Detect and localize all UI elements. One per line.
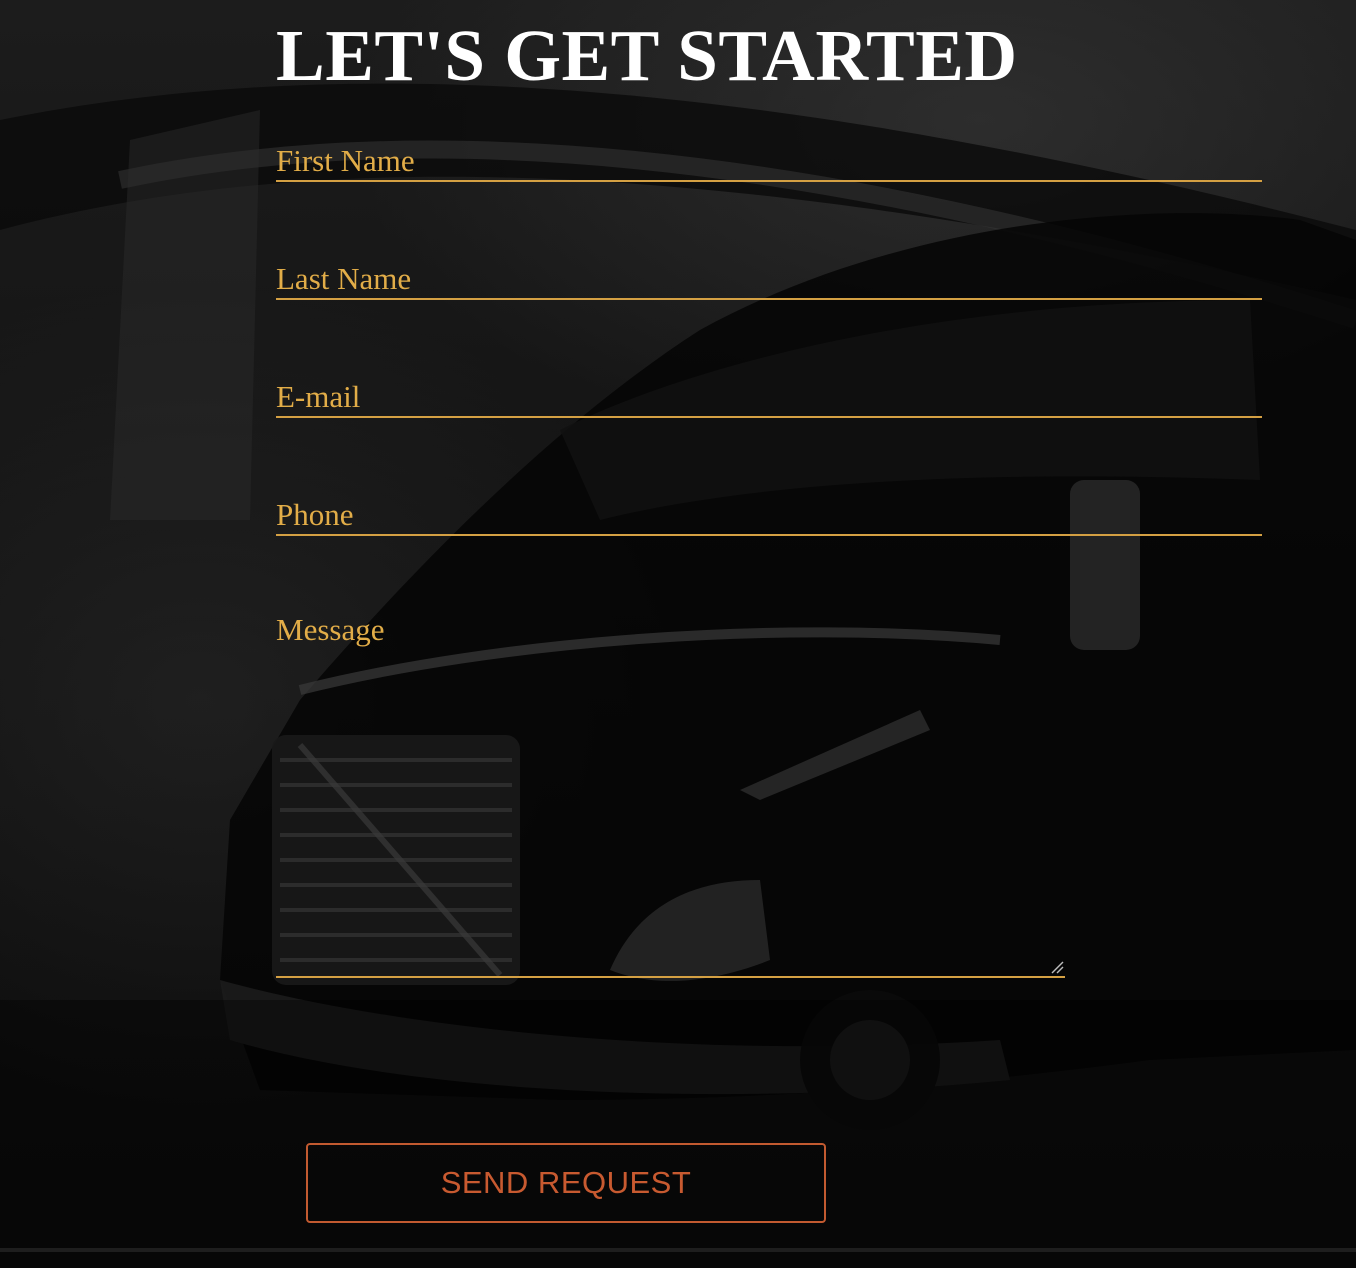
first-name-field <box>276 142 1262 182</box>
email-input[interactable] <box>276 378 1262 416</box>
email-field <box>276 378 1262 418</box>
phone-input[interactable] <box>276 496 1262 534</box>
phone-field <box>276 496 1262 536</box>
message-textarea[interactable] <box>276 612 1065 978</box>
section-divider <box>0 1248 1356 1252</box>
contact-section: LET'S GET STARTED SEND REQUEST <box>0 0 1356 1268</box>
page-title: LET'S GET STARTED <box>276 15 1018 96</box>
last-name-input[interactable] <box>276 260 1262 298</box>
send-request-button[interactable]: SEND REQUEST <box>306 1143 826 1223</box>
last-name-field <box>276 260 1262 300</box>
resize-handle-icon[interactable] <box>1050 960 1064 974</box>
first-name-input[interactable] <box>276 142 1262 180</box>
